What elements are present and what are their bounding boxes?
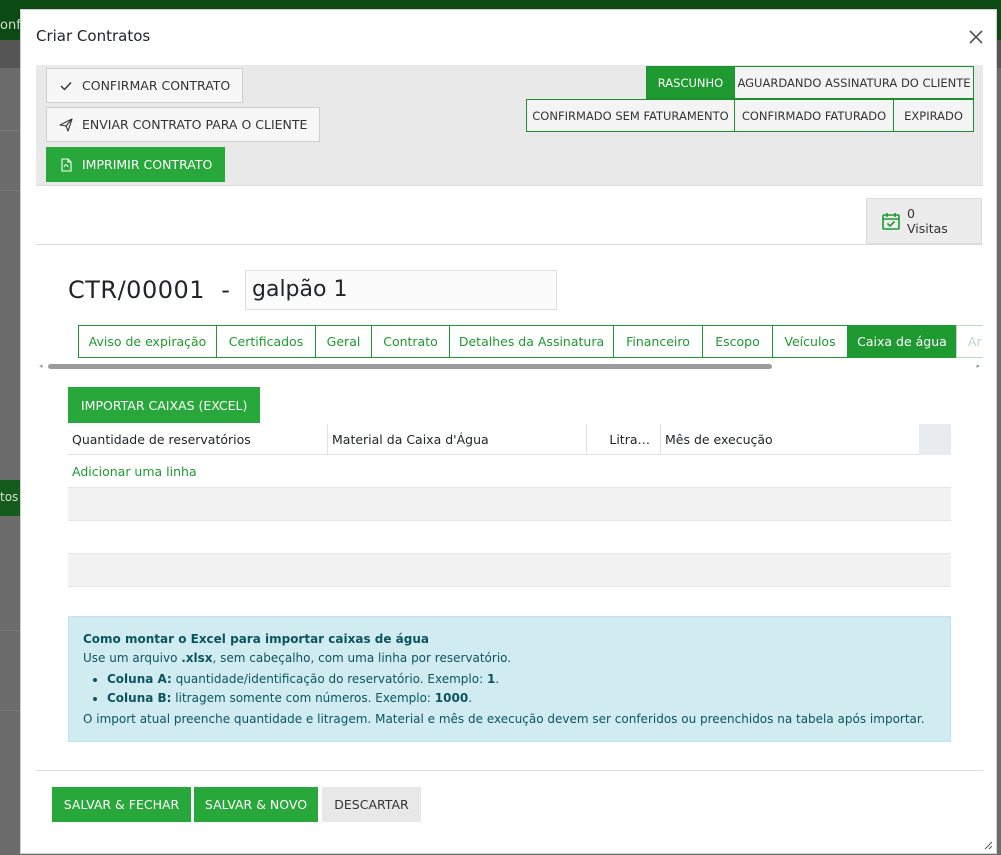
- tab-label: Detalhes da Assinatura: [458, 334, 605, 349]
- status-draft-label: RASCUNHO: [657, 75, 724, 90]
- tab-financial[interactable]: Financeiro: [613, 325, 703, 358]
- confirm-contract-button[interactable]: CONFIRMAR CONTRATO: [46, 68, 244, 103]
- visits-label: Visitas: [907, 221, 948, 236]
- tab-label: Aviso de expiração: [88, 334, 207, 349]
- notebook-tabs: Aviso de expiração Certificados Geral Co…: [78, 325, 983, 359]
- calendar-check-icon: [882, 213, 900, 230]
- import-tanks-button[interactable]: IMPORTAR CAIXAS (EXCEL): [68, 387, 261, 423]
- file-extension: .xlsx: [181, 651, 213, 665]
- import-instructions-alert: Como montar o Excel para importar caixas…: [68, 616, 951, 742]
- tab-water-tank[interactable]: Caixa de água: [847, 325, 957, 358]
- contract-reference: CTR/00001 -: [68, 276, 230, 304]
- column-a-label: Coluna A:: [107, 672, 172, 686]
- divider: [36, 770, 983, 771]
- tab-general[interactable]: Geral: [315, 325, 372, 358]
- column-a-example: 1: [486, 672, 496, 686]
- instructions-intro: Use um arquivo .xlsx, sem cabeçalho, com…: [83, 649, 936, 668]
- save-close-button[interactable]: SALVAR & FECHAR: [52, 787, 191, 822]
- list-item: Coluna A: quantidade/identificação do re…: [107, 670, 936, 689]
- background-divider: [0, 710, 20, 711]
- status-confirmed-billed-label: CONFIRMADO FATURADO: [741, 108, 887, 123]
- column-b-label: Coluna B:: [107, 691, 172, 705]
- tab-label: Veículos: [784, 334, 836, 349]
- tab-label: Financeiro: [626, 334, 690, 349]
- column-list: Coluna A: quantidade/identificação do re…: [83, 670, 936, 708]
- reference-separator: -: [221, 276, 231, 304]
- table-row: [68, 488, 951, 521]
- tab-label: Ar: [968, 334, 982, 349]
- visits-count: 0: [907, 206, 915, 221]
- table-row: [68, 521, 951, 554]
- status-confirmed-no-billing-label: CONFIRMADO SEM FATURAMENTO: [532, 108, 729, 123]
- discard-button[interactable]: DESCARTAR: [322, 787, 421, 822]
- add-line-link[interactable]: Adicionar uma linha: [68, 455, 951, 488]
- tab-label: Escopo: [715, 334, 760, 349]
- modal-title: Criar Contratos: [36, 27, 151, 45]
- tab-label: Contrato: [383, 334, 438, 349]
- divider: [36, 244, 983, 245]
- tab-vehicles[interactable]: Veículos: [772, 325, 848, 358]
- pdf-file-icon: [61, 157, 72, 172]
- column-header-material[interactable]: Material da Caixa d'Água: [328, 424, 587, 455]
- send-contract-label: ENVIAR CONTRATO PARA O CLIENTE: [82, 117, 308, 132]
- tabs-scrollbar[interactable]: ◂ ▸: [36, 362, 983, 372]
- background-menu-text: onfi: [0, 18, 20, 33]
- status-expired-label: EXPIRADO: [904, 108, 963, 123]
- resize-handle-icon[interactable]: [984, 841, 993, 850]
- table-header: Quantidade de reservatórios Material da …: [68, 424, 951, 455]
- tab-partial[interactable]: Ar: [956, 325, 983, 358]
- close-icon[interactable]: [966, 27, 986, 47]
- tab-label: Caixa de água: [857, 334, 947, 349]
- column-b-example: 1000: [434, 691, 469, 705]
- intro-text-end: , sem cabeçalho, com uma linha por reser…: [212, 651, 512, 665]
- table-row: [68, 554, 951, 587]
- list-item: Coluna B: litragem somente com números. …: [107, 689, 936, 708]
- status-draft[interactable]: RASCUNHO: [646, 66, 735, 99]
- tab-expiration-notice[interactable]: Aviso de expiração: [78, 325, 217, 358]
- tab-contract[interactable]: Contrato: [371, 325, 450, 358]
- modal-header: Criar Contratos: [21, 10, 996, 64]
- save-new-button[interactable]: SALVAR & NOVO: [194, 787, 318, 822]
- check-icon: [60, 81, 72, 91]
- column-header-liters[interactable]: Litra…: [587, 424, 661, 455]
- contract-control-panel: CONFIRMAR CONTRATO ENVIAR CONTRATO PARA …: [36, 65, 983, 186]
- scroll-left-icon[interactable]: ◂: [39, 362, 43, 370]
- paper-plane-icon: [59, 117, 73, 132]
- visits-smart-button[interactable]: 0 Visitas: [866, 198, 982, 244]
- send-contract-button[interactable]: ENVIAR CONTRATO PARA O CLIENTE: [46, 107, 321, 142]
- column-options[interactable]: [919, 424, 951, 455]
- water-tank-table: Quantidade de reservatórios Material da …: [68, 424, 951, 587]
- background-section-label: tos: [0, 480, 20, 516]
- background-divider: [0, 630, 20, 631]
- status-expired[interactable]: EXPIRADO: [893, 99, 974, 132]
- tab-signature-details[interactable]: Detalhes da Assinatura: [449, 325, 614, 358]
- instructions-heading: Como montar o Excel para importar caixas…: [83, 632, 429, 646]
- status-awaiting-signature[interactable]: AGUARDANDO ASSINATURA DO CLIENTE: [734, 66, 974, 99]
- tab-scope[interactable]: Escopo: [702, 325, 773, 358]
- print-contract-label: IMPRIMIR CONTRATO: [82, 157, 213, 172]
- contract-reference-number: CTR/00001: [68, 276, 206, 304]
- scrollbar-thumb[interactable]: [48, 364, 772, 369]
- scroll-right-icon[interactable]: ▸: [976, 362, 980, 370]
- status-confirmed-no-billing[interactable]: CONFIRMADO SEM FATURAMENTO: [526, 99, 735, 132]
- create-contract-modal: Criar Contratos CONFIRMAR CONTRATO ENVIA…: [20, 9, 997, 854]
- intro-text: Use um arquivo: [83, 651, 182, 665]
- print-contract-button[interactable]: IMPRIMIR CONTRATO: [46, 147, 226, 182]
- column-a-text: quantidade/identificação do reservatório…: [171, 672, 487, 686]
- background-divider: [0, 130, 20, 131]
- status-confirmed-billed[interactable]: CONFIRMADO FATURADO: [734, 99, 894, 132]
- column-header-execution-month[interactable]: Mês de execução: [661, 424, 921, 455]
- column-header-quantity[interactable]: Quantidade de reservatórios: [68, 424, 328, 455]
- confirm-contract-label: CONFIRMAR CONTRATO: [82, 78, 231, 93]
- contract-name-field[interactable]: galpão 1: [245, 270, 557, 310]
- status-awaiting-label: AGUARDANDO ASSINATURA DO CLIENTE: [737, 75, 971, 90]
- tab-certificates[interactable]: Certificados: [216, 325, 316, 358]
- column-b-text: litragem somente com números. Exemplo:: [171, 691, 435, 705]
- background-divider: [0, 190, 20, 191]
- tab-label: Certificados: [228, 334, 304, 349]
- tab-label: Geral: [326, 334, 361, 349]
- instructions-footer: O import atual preenche quantidade e lit…: [83, 712, 925, 726]
